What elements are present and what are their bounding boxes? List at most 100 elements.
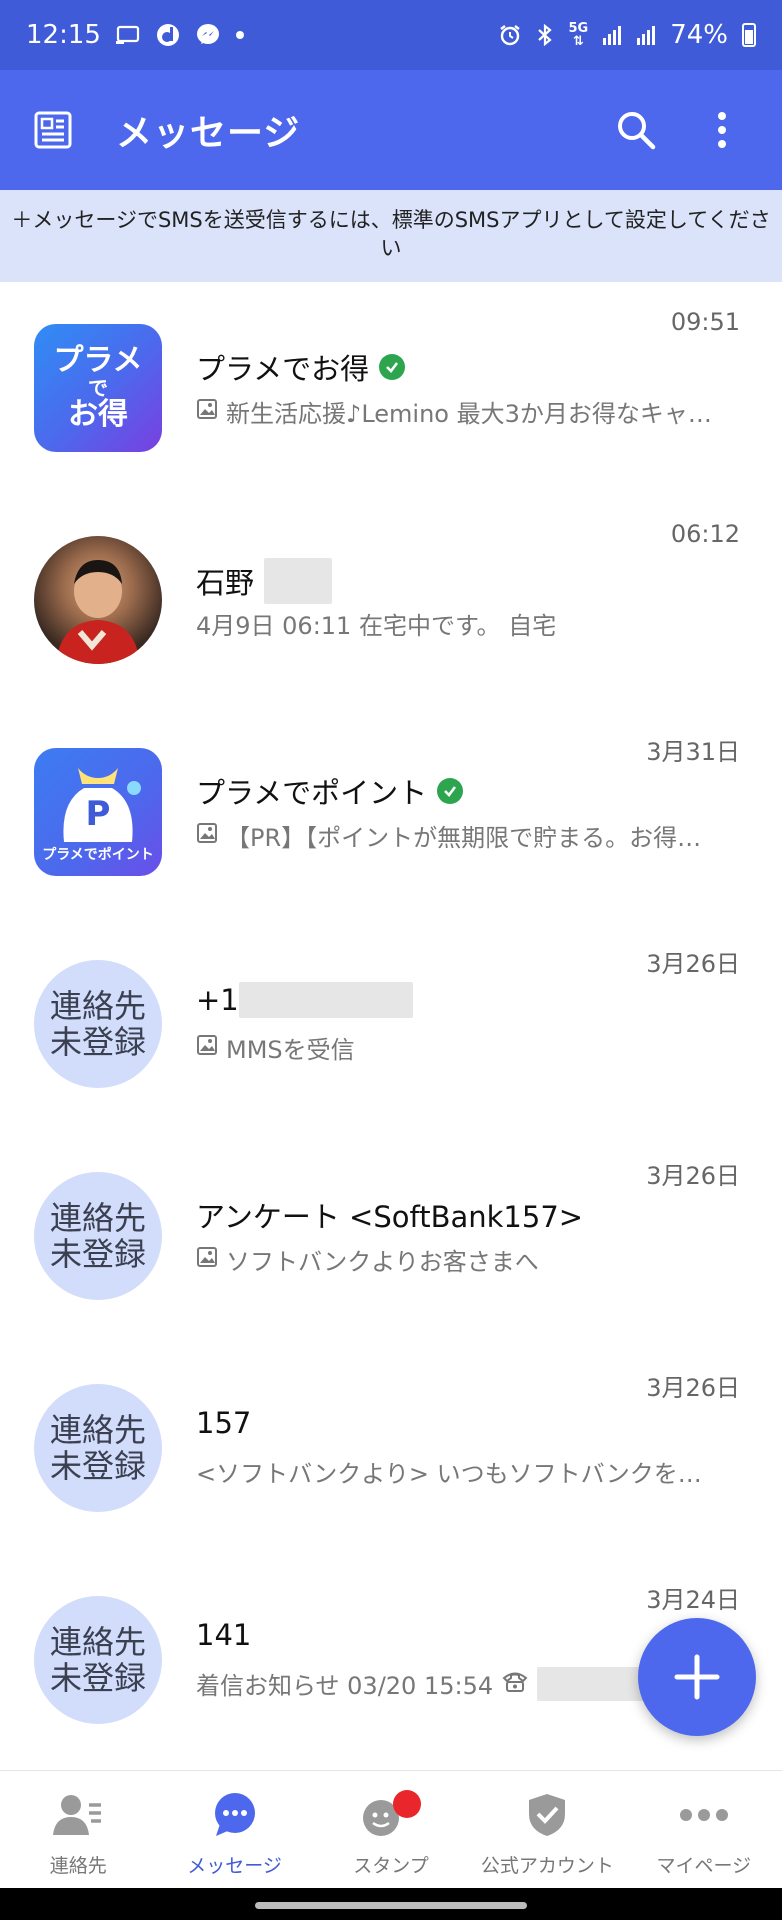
news-icon[interactable] bbox=[32, 109, 74, 151]
thread-preview-text: 新生活応援♪Lemino 最大3か月お得なキャンペーン bbox=[226, 400, 716, 428]
page-title: メッセージ bbox=[116, 113, 301, 154]
thread-time: 3月31日 bbox=[646, 738, 740, 766]
alarm-icon bbox=[498, 23, 522, 47]
nav-item-messages[interactable]: メッセージ bbox=[156, 1771, 312, 1889]
thread-row[interactable]: 連絡先 未登録 3月26日 157 <ソフトバンクより> いつもソフトバンクをご… bbox=[0, 1342, 782, 1554]
redacted-block bbox=[264, 558, 333, 604]
verified-icon bbox=[437, 778, 464, 804]
thread-time: 09:51 bbox=[670, 308, 740, 336]
status-time: 12:15 bbox=[26, 20, 101, 50]
thread-preview-text: MMSを受信 bbox=[226, 1036, 355, 1064]
thread-preview: 4月9日 06:11 在宅中です。 自宅 bbox=[196, 606, 716, 641]
avatar-line: 未登録 bbox=[49, 1235, 146, 1273]
nav-item-contacts[interactable]: 連絡先 bbox=[0, 1771, 156, 1889]
gesture-bar bbox=[0, 1888, 782, 1920]
redacted-block bbox=[537, 1666, 648, 1701]
verified-icon bbox=[379, 354, 406, 380]
thread-row[interactable]: 連絡先 未登録 3月26日 アンケート <SoftBank157> ソフトバンク… bbox=[0, 1130, 782, 1342]
signal-icon bbox=[602, 24, 622, 46]
avatar-unregistered-label: 連絡先 未登録 bbox=[50, 988, 146, 1060]
search-icon[interactable] bbox=[608, 102, 664, 158]
thread-preview: 【PR】【ポイントが無期限で貯まる。お得な情報 bbox=[196, 818, 716, 853]
thread-preview-text: <ソフトバンクより> いつもソフトバンクをご利用いただき bbox=[196, 1460, 716, 1488]
image-icon bbox=[196, 398, 218, 426]
nav-label: マイページ bbox=[656, 1855, 752, 1877]
thread-name-text: +1 bbox=[196, 983, 239, 1017]
thread-preview: ソフトバンクよりお客さまへ bbox=[196, 1242, 716, 1277]
nav-label: 連絡先 bbox=[49, 1855, 107, 1877]
thread-name: アンケート <SoftBank157> bbox=[196, 1194, 583, 1236]
avatar-line: 連絡先 bbox=[49, 987, 146, 1025]
signal-icon bbox=[636, 24, 656, 46]
avatar-logo-text: で bbox=[88, 376, 108, 400]
avatar: 連絡先 未登録 bbox=[34, 1384, 162, 1512]
new-message-button[interactable] bbox=[638, 1618, 756, 1736]
avatar-logo-text: プラメでポイント bbox=[42, 847, 154, 863]
thread-name: 157 bbox=[196, 1406, 251, 1440]
thread-preview: MMSを受信 bbox=[196, 1030, 716, 1065]
status-bar: 12:15 5G ⇅ 74% bbox=[0, 0, 782, 70]
avatar-line: 連絡先 bbox=[49, 1623, 146, 1661]
home-gesture-handle[interactable] bbox=[255, 1902, 527, 1909]
avatar-line: 未登録 bbox=[49, 1659, 146, 1697]
thread-preview-text: ソフトバンクよりお客さまへ bbox=[226, 1248, 539, 1276]
avatar-logo-text: P bbox=[85, 794, 111, 834]
more-vert-icon[interactable] bbox=[694, 102, 750, 158]
app-bar: メッセージ bbox=[0, 70, 782, 190]
bottom-nav: 連絡先 メッセージ スタンプ 公式アカウント マイページ bbox=[0, 1770, 782, 1889]
thread-preview: <ソフトバンクより> いつもソフトバンクをご利用いただき bbox=[196, 1454, 716, 1489]
contacts-icon bbox=[53, 1789, 103, 1841]
data-arrows-icon: ⇅ bbox=[572, 34, 584, 49]
battery-percent: 74% bbox=[670, 20, 728, 50]
default-sms-banner[interactable]: ＋メッセージでSMSを送受信するには、標準のSMSアプリとして設定してください bbox=[0, 190, 782, 282]
messenger-icon bbox=[195, 22, 221, 48]
thread-preview: 新生活応援♪Lemino 最大3か月お得なキャンペーン bbox=[196, 394, 716, 429]
dot-icon bbox=[235, 30, 245, 40]
thread-name-text: プラメでお得 bbox=[196, 352, 370, 386]
nav-item-stamps[interactable]: スタンプ bbox=[313, 1771, 469, 1889]
thread-preview-text: 4月9日 06:11 在宅中です。 自宅 bbox=[196, 612, 557, 640]
avatar-unregistered-label: 連絡先 未登録 bbox=[50, 1200, 146, 1272]
thread-row[interactable]: P プラメでポイント 3月31日 プラメでポイント 【PR】【ポイントが無期限で… bbox=[0, 706, 782, 918]
thread-list: プラメ で お得 09:51 プラメでお得 新生活応援♪Lemino 最大3か月… bbox=[0, 282, 782, 1766]
plus-icon bbox=[673, 1653, 721, 1701]
thread-name-text: 141 bbox=[196, 1618, 252, 1652]
thread-name-text: 157 bbox=[196, 1406, 252, 1440]
thread-name: +1 bbox=[196, 982, 413, 1018]
image-icon bbox=[196, 1246, 218, 1274]
avatar-logo-text: プラメ bbox=[53, 343, 143, 378]
phone-icon bbox=[501, 1669, 529, 1699]
thread-row[interactable]: 連絡先 未登録 3月26日 +1 MMSを受信 bbox=[0, 918, 782, 1130]
nav-item-official-accounts[interactable]: 公式アカウント bbox=[469, 1771, 625, 1889]
image-icon bbox=[196, 1034, 218, 1062]
more-horiz-icon bbox=[679, 1789, 729, 1841]
nav-label: メッセージ bbox=[187, 1855, 282, 1877]
stamp-icon bbox=[359, 1789, 423, 1841]
avatar-line: 未登録 bbox=[49, 1447, 146, 1485]
nav-item-my-page[interactable]: マイページ bbox=[626, 1771, 782, 1889]
thread-name: プラメでお得 bbox=[196, 346, 406, 388]
thread-preview-text: 【PR】【ポイントが無期限で貯まる。お得な情報 bbox=[226, 824, 716, 852]
battery-icon bbox=[742, 23, 756, 47]
avatar: 連絡先 未登録 bbox=[34, 1172, 162, 1300]
avatar-line: 連絡先 bbox=[49, 1411, 146, 1449]
thread-row[interactable]: プラメ で お得 09:51 プラメでお得 新生活応援♪Lemino 最大3か月… bbox=[0, 282, 782, 494]
thread-time: 3月26日 bbox=[646, 1162, 740, 1190]
bluetooth-icon bbox=[536, 23, 554, 47]
thread-time: 3月24日 bbox=[646, 1586, 740, 1614]
avatar-line: 連絡先 bbox=[49, 1199, 146, 1237]
redacted-block bbox=[238, 982, 413, 1018]
avatar: 連絡先 未登録 bbox=[34, 1596, 162, 1724]
avatar: プラメ で お得 bbox=[34, 324, 162, 452]
avatar-logo-text: お得 bbox=[68, 397, 128, 432]
thread-time: 3月26日 bbox=[646, 1374, 740, 1402]
nav-label: スタンプ bbox=[353, 1855, 429, 1877]
avatar-photo bbox=[56, 560, 140, 664]
thread-name: 石野 bbox=[196, 558, 333, 604]
thread-preview-text: 着信お知らせ 03/20 15:54 bbox=[196, 1672, 494, 1700]
notification-badge bbox=[393, 1790, 422, 1818]
chat-icon bbox=[212, 1789, 258, 1841]
thread-row[interactable]: 06:12 石野 4月9日 06:11 在宅中です。 自宅 bbox=[0, 494, 782, 706]
thread-name: プラメでポイント bbox=[196, 770, 464, 812]
status-bar-left: 12:15 bbox=[26, 20, 245, 50]
